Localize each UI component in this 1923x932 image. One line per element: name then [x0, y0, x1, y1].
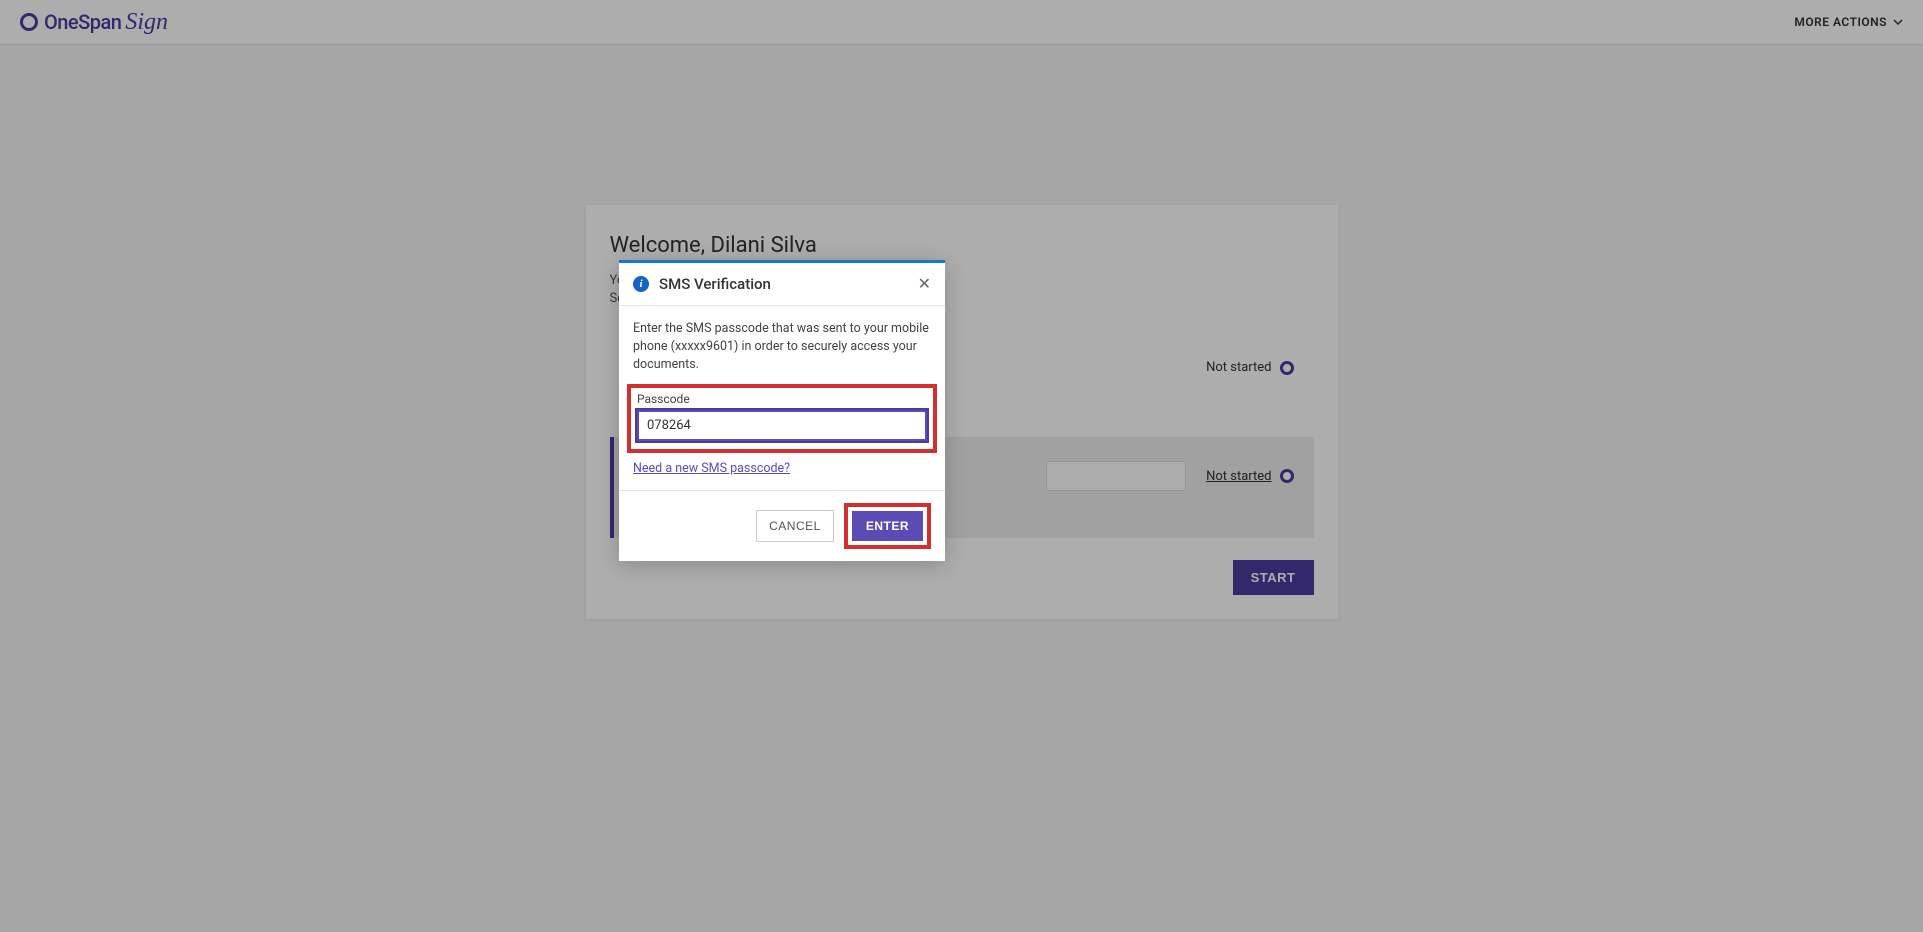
- enter-button-highlight: ENTER: [844, 503, 931, 549]
- modal-footer: CANCEL ENTER: [619, 490, 945, 561]
- info-icon: i: [633, 276, 649, 292]
- enter-button[interactable]: ENTER: [852, 511, 923, 541]
- modal-backdrop: [0, 0, 1923, 932]
- modal-body: Enter the SMS passcode that was sent to …: [619, 306, 945, 490]
- sms-verification-modal: i SMS Verification ✕ Enter the SMS passc…: [619, 260, 945, 561]
- new-passcode-link[interactable]: Need a new SMS passcode?: [633, 461, 790, 476]
- modal-title-wrap: i SMS Verification: [633, 275, 771, 293]
- passcode-label: Passcode: [637, 392, 927, 406]
- modal-title: SMS Verification: [659, 275, 771, 293]
- modal-header: i SMS Verification ✕: [619, 263, 945, 306]
- modal-description: Enter the SMS passcode that was sent to …: [633, 320, 931, 374]
- close-icon[interactable]: ✕: [918, 276, 931, 292]
- passcode-field-highlight: Passcode: [627, 384, 937, 453]
- passcode-input[interactable]: [637, 410, 927, 441]
- cancel-button[interactable]: CANCEL: [756, 510, 834, 542]
